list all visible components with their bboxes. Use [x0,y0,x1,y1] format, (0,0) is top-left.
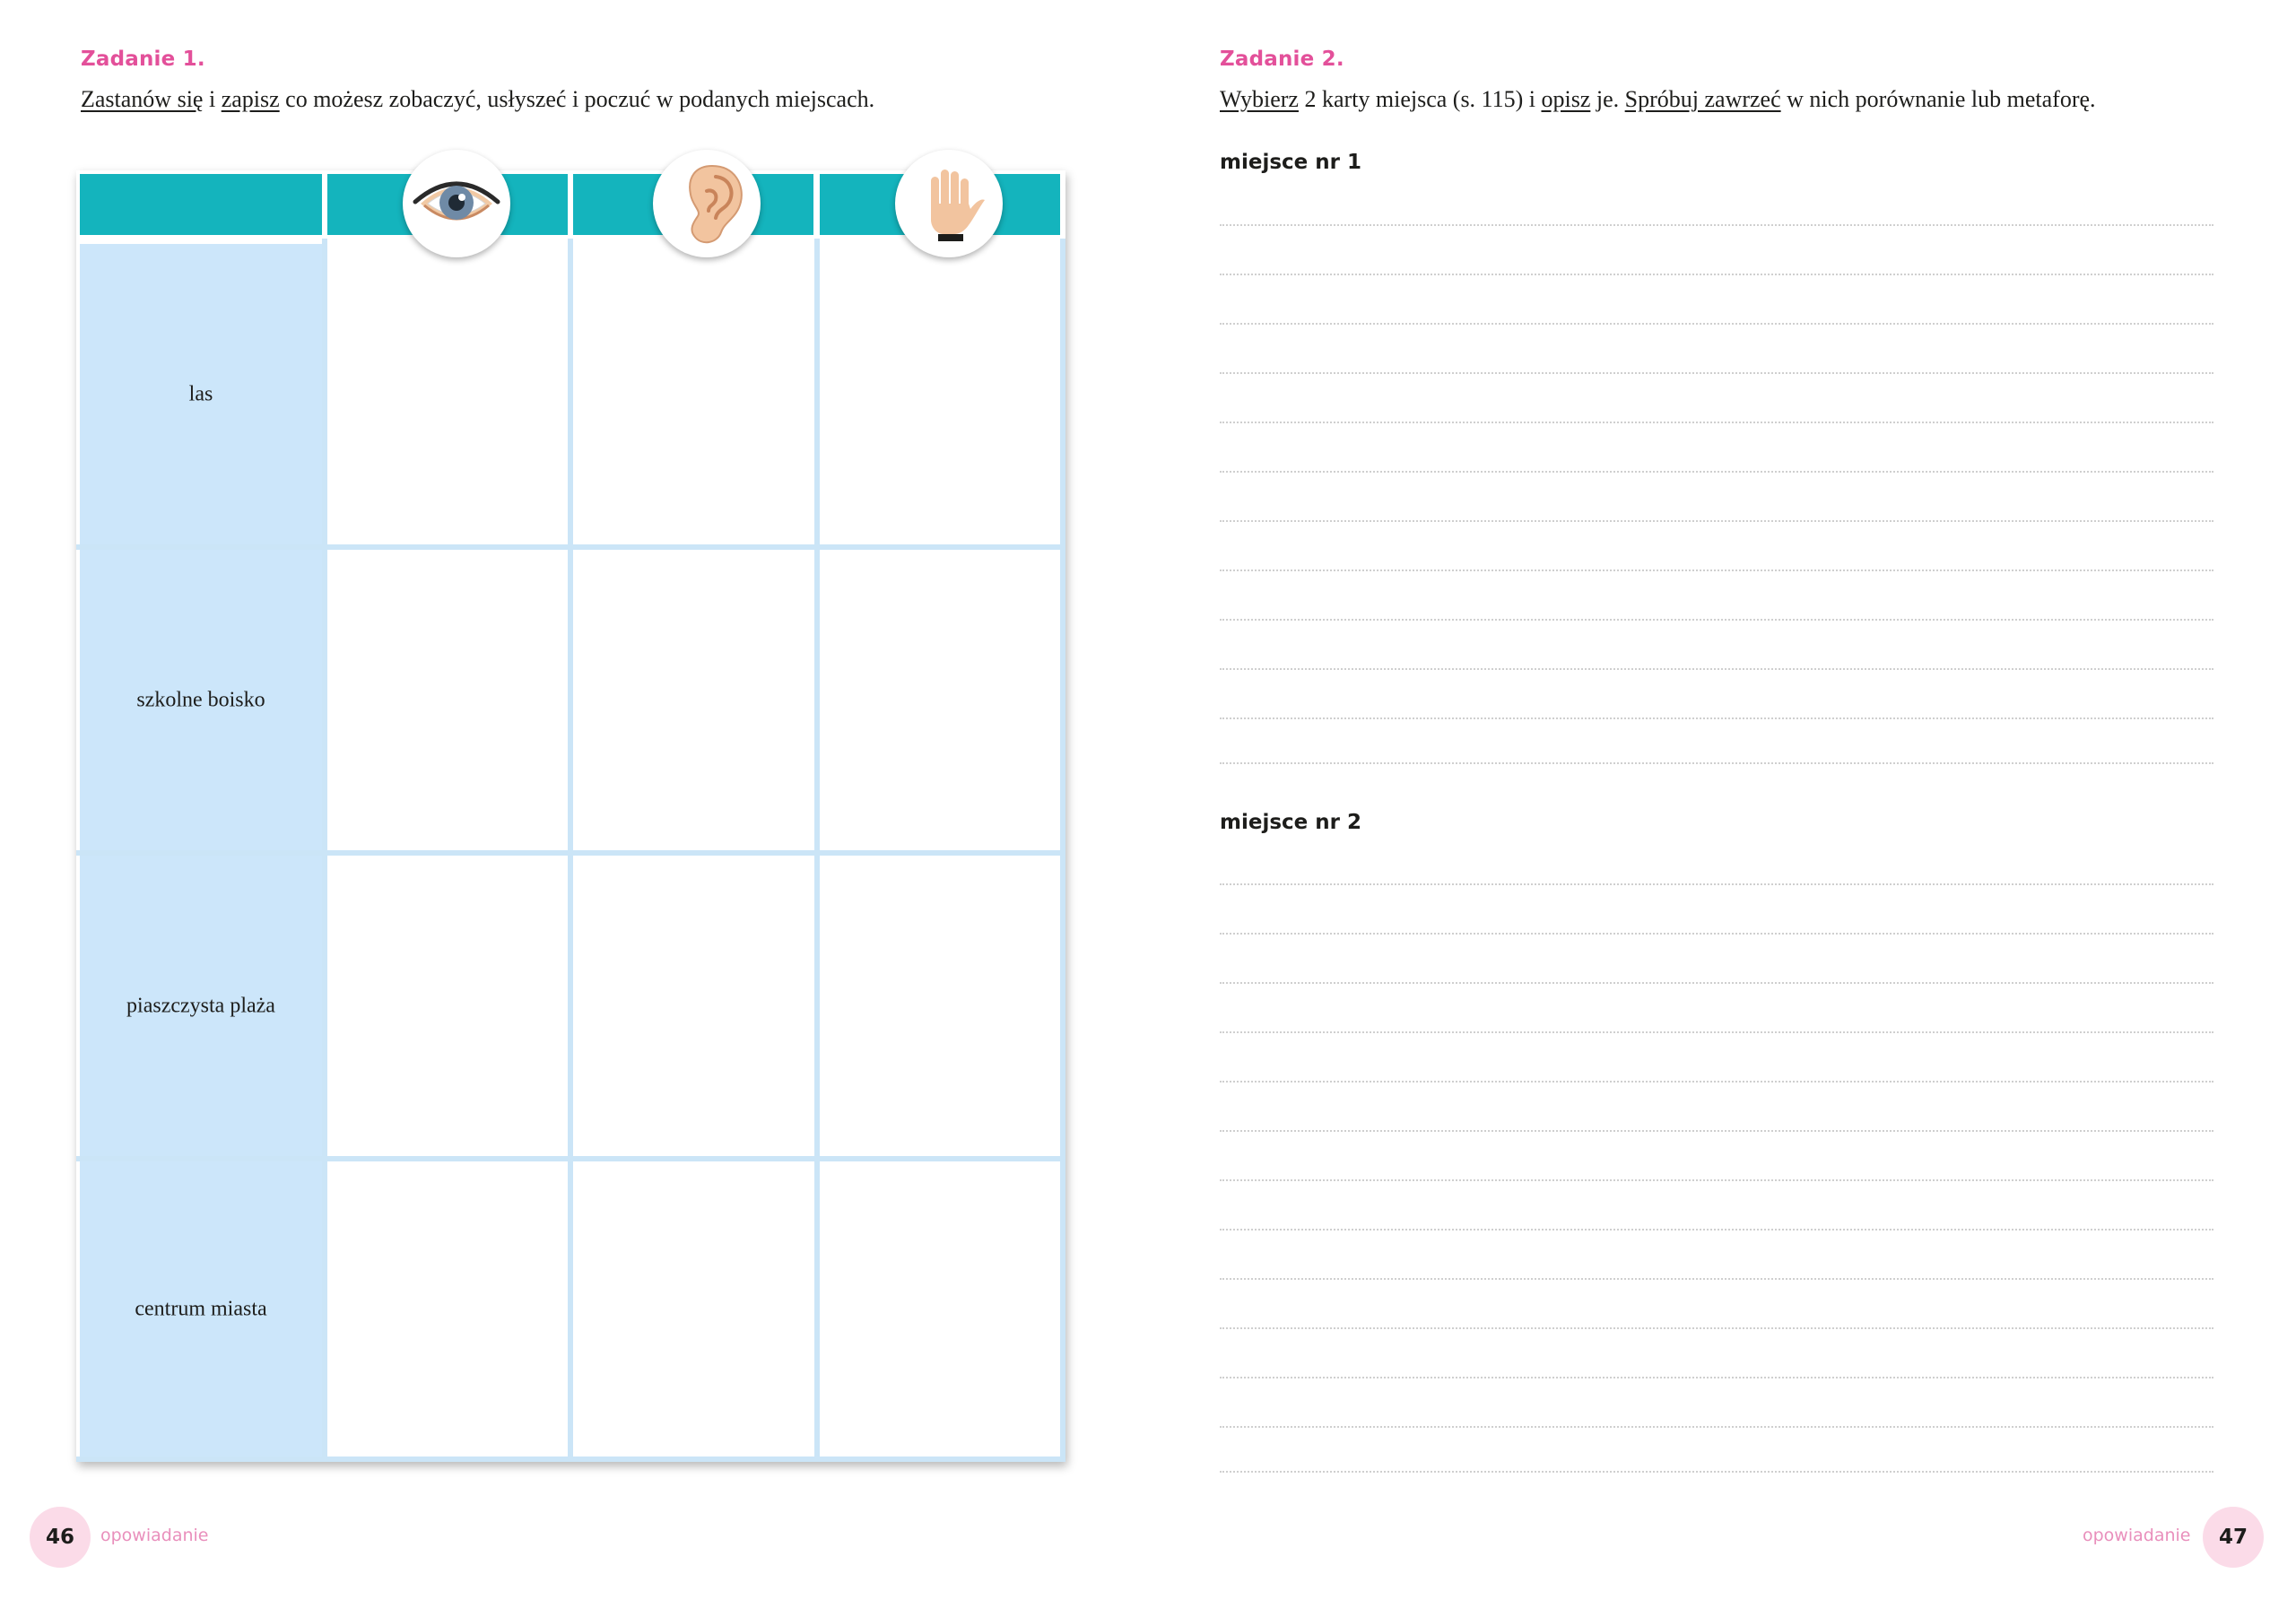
writing-line [1220,1377,2213,1378]
eye-icon [403,150,510,257]
writing-line [1220,717,2213,719]
footer-section-label-right: opowiadanie [2083,1526,2191,1545]
writing-line [1220,762,2213,764]
table-bottom-border [76,1457,1065,1462]
writing-line [1220,224,2213,226]
footer-section-label-left: opowiadanie [100,1526,209,1545]
answer-cell[interactable] [573,856,813,1156]
answer-cell[interactable] [327,856,568,1156]
ear-icon [653,150,761,257]
writing-line [1220,471,2213,473]
table-header-corner [80,174,322,235]
table-row-label: piaszczysta plaża [80,856,322,1156]
table-row-label: szkolne boisko [80,550,322,850]
answer-cell[interactable] [327,550,568,850]
writing-line [1220,883,2213,885]
task-2-title: Zadanie 2. [1220,48,1344,71]
task-1-instruction: Zastanów się i zapisz co możesz zobaczyć… [81,86,875,112]
answer-cell[interactable] [573,1161,813,1457]
task-1-title: Zadanie 1. [81,48,205,71]
table-row-label: centrum miasta [80,1161,322,1457]
writing-line [1220,982,2213,984]
instruction-keyword-1: Wybierz [1220,86,1299,112]
writing-line [1220,933,2213,935]
writing-line [1220,274,2213,275]
writing-lines-place-1[interactable] [1220,224,2213,766]
answer-cell[interactable] [573,550,813,850]
instruction-keyword-1: Zastanów się [81,86,204,112]
writing-line [1220,323,2213,325]
writing-line [1220,1327,2213,1329]
place-1-label: miejsce nr 1 [1220,151,1361,174]
page-number-right: 47 [2203,1507,2264,1568]
hand-icon [895,150,1003,257]
writing-line [1220,1471,2213,1473]
answer-cell[interactable] [573,244,813,544]
writing-lines-place-2[interactable] [1220,883,2213,1475]
writing-line [1220,1031,2213,1033]
writing-line [1220,570,2213,571]
answer-cell[interactable] [820,550,1060,850]
writing-line [1220,1278,2213,1280]
instruction-keyword-3: Spróbuj zawrzeć [1624,86,1781,112]
table-row-label: las [80,244,322,544]
writing-line [1220,372,2213,374]
writing-line [1220,668,2213,670]
writing-line [1220,619,2213,621]
answer-cell[interactable] [820,1161,1060,1457]
writing-line [1220,1229,2213,1230]
writing-line [1220,1130,2213,1132]
answer-cell[interactable] [327,244,568,544]
writing-line [1220,1426,2213,1428]
writing-line [1220,1179,2213,1181]
answer-cell[interactable] [820,856,1060,1156]
page-number-left: 46 [30,1507,91,1568]
task-2-instruction: Wybierz 2 karty miejsca (s. 115) i opisz… [1220,86,2096,112]
instruction-keyword-2: opisz [1541,86,1591,112]
senses-table: las szkolne boisko piaszczysta plaża cen… [76,170,1065,1462]
writing-line [1220,422,2213,423]
answer-cell[interactable] [327,1161,568,1457]
place-2-label: miejsce nr 2 [1220,811,1361,834]
writing-line [1220,520,2213,522]
answer-cell[interactable] [820,244,1060,544]
writing-line [1220,1081,2213,1083]
instruction-keyword-2: zapisz [221,86,280,112]
table-col-divider [1060,239,1065,1457]
